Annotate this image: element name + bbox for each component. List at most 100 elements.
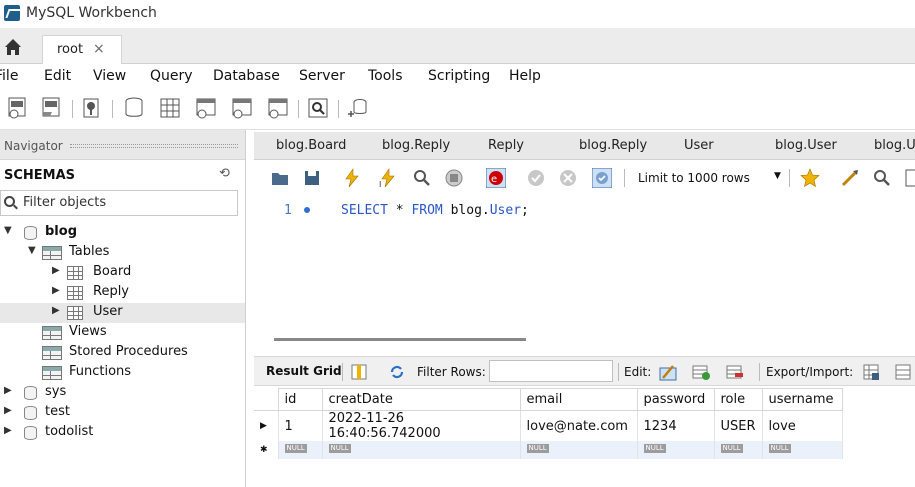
menu-file[interactable]: File xyxy=(0,68,18,84)
tab-blog-reply-2[interactable]: blog.Reply xyxy=(579,138,647,153)
invisible-chars-icon[interactable] xyxy=(904,168,915,188)
collapsed-arrow-icon[interactable]: ▶ xyxy=(4,385,12,396)
import-icon[interactable] xyxy=(894,363,912,381)
insert-row-icon[interactable] xyxy=(692,363,710,381)
table-cell[interactable]: NULL xyxy=(762,441,843,459)
tree-views-folder[interactable]: Views xyxy=(0,323,245,343)
column-header-id[interactable]: id xyxy=(277,388,323,411)
create-table-icon[interactable] xyxy=(158,96,182,120)
menu-edit[interactable]: Edit xyxy=(44,68,71,84)
inspector-icon[interactable] xyxy=(80,96,104,120)
limit-rows-select[interactable]: Limit to 1000 rows ▼ xyxy=(630,168,790,190)
tree-schema-todolist[interactable]: ▶ todolist xyxy=(0,423,245,443)
add-snippet-icon[interactable] xyxy=(800,168,820,188)
edit-row-icon[interactable] xyxy=(659,363,677,381)
tree-functions-folder[interactable]: Functions xyxy=(0,363,245,383)
table-cell[interactable]: USER xyxy=(714,410,763,441)
open-sql-script-icon[interactable] xyxy=(40,96,64,120)
column-header-creatdate[interactable]: creatDate xyxy=(321,388,521,411)
menu-scripting[interactable]: Scripting xyxy=(428,68,490,84)
create-view-icon[interactable] xyxy=(194,96,218,120)
table-cell[interactable]: love xyxy=(762,410,843,441)
collapsed-arrow-icon[interactable]: ▶ xyxy=(52,285,60,296)
connection-tab-root[interactable]: root × xyxy=(42,35,122,65)
execute-icon[interactable] xyxy=(342,168,362,188)
menu-tools[interactable]: Tools xyxy=(368,68,403,84)
tree-tables-folder[interactable]: ▼ Tables xyxy=(0,243,245,263)
search-table-data-icon[interactable] xyxy=(306,96,330,120)
tree-schema-test[interactable]: ▶ test xyxy=(0,403,245,423)
commit-icon[interactable] xyxy=(526,168,546,188)
close-icon[interactable]: × xyxy=(93,41,105,57)
tab-user[interactable]: User xyxy=(684,138,714,153)
tab-blog-u[interactable]: blog.U xyxy=(874,138,915,153)
table-cell[interactable]: 2022-11-26 16:40:56.742000 xyxy=(322,410,521,441)
column-header-password[interactable]: password xyxy=(636,388,715,411)
new-row[interactable]: ✱ NULL NULL NULL NULL NULL NULL xyxy=(254,441,843,459)
refresh-icon[interactable]: ⟲ xyxy=(219,166,230,181)
tab-reply[interactable]: Reply xyxy=(488,138,524,153)
tree-table-reply[interactable]: ▶ Reply xyxy=(0,283,245,303)
table-cell[interactable]: NULL xyxy=(714,441,763,459)
tree-schema-sys[interactable]: ▶ sys xyxy=(0,383,245,403)
home-icon[interactable] xyxy=(4,38,22,56)
sql-statement[interactable]: SELECT * FROM blog.User; xyxy=(341,203,529,218)
filter-rows-input[interactable] xyxy=(489,360,613,382)
table-cell[interactable]: NULL xyxy=(637,441,715,459)
stop-icon[interactable] xyxy=(444,168,464,188)
collapsed-arrow-icon[interactable]: ▶ xyxy=(4,405,12,416)
beautify-icon[interactable] xyxy=(840,168,860,188)
open-folder-icon[interactable] xyxy=(270,168,290,188)
explain-icon[interactable] xyxy=(412,168,432,188)
table-cell[interactable]: love@nate.com xyxy=(520,410,638,441)
table-cell[interactable]: NULL xyxy=(322,441,521,459)
delete-row-icon[interactable] xyxy=(726,363,744,381)
expanded-arrow-icon[interactable]: ▼ xyxy=(4,225,12,236)
autocommit-icon[interactable] xyxy=(592,168,612,188)
filter-objects-input[interactable] xyxy=(23,195,233,210)
export-icon[interactable] xyxy=(862,363,880,381)
navigator-grip[interactable] xyxy=(70,144,238,148)
create-schema-icon[interactable] xyxy=(122,96,146,120)
menu-view[interactable]: View xyxy=(93,68,126,84)
find-icon[interactable] xyxy=(872,168,892,188)
menu-help[interactable]: Help xyxy=(509,68,541,84)
tree-schema-blog[interactable]: ▼ blog xyxy=(0,223,245,243)
table-cell[interactable]: NULL xyxy=(520,441,638,459)
refresh-icon[interactable] xyxy=(388,363,406,381)
execute-current-icon[interactable]: I xyxy=(378,168,398,188)
table-cell[interactable]: 1 xyxy=(278,410,323,441)
reconnect-icon[interactable] xyxy=(346,96,370,120)
rollback-icon[interactable] xyxy=(558,168,578,188)
grid-layout-icon[interactable] xyxy=(350,363,368,381)
menu-server[interactable]: Server xyxy=(299,68,345,84)
menu-database[interactable]: Database xyxy=(213,68,280,84)
tab-blog-user[interactable]: blog.User xyxy=(775,138,837,153)
create-function-icon[interactable] xyxy=(266,96,290,120)
new-sql-tab-icon[interactable] xyxy=(6,96,30,120)
result-grid-tab[interactable]: Result Grid xyxy=(266,364,342,378)
filter-objects-box[interactable] xyxy=(0,190,238,216)
tree-table-board[interactable]: ▶ Board xyxy=(0,263,245,283)
table-cell[interactable]: NULL xyxy=(278,441,323,459)
column-header-role[interactable]: role xyxy=(713,388,763,411)
column-header-username[interactable]: username xyxy=(761,388,843,411)
menu-query[interactable]: Query xyxy=(150,68,193,84)
collapsed-arrow-icon[interactable]: ▶ xyxy=(52,305,60,316)
tree-procedures-folder[interactable]: Stored Procedures xyxy=(0,343,245,363)
sql-editor[interactable]: 1 SELECT * FROM blog.User; xyxy=(254,196,915,341)
collapsed-arrow-icon[interactable]: ▶ xyxy=(52,265,60,276)
expanded-arrow-icon[interactable]: ▼ xyxy=(28,245,36,256)
table-cell[interactable]: 1234 xyxy=(637,410,715,441)
table-row[interactable]: ▶ 1 2022-11-26 16:40:56.742000 love@nate… xyxy=(254,410,843,441)
collapsed-arrow-icon[interactable]: ▶ xyxy=(4,425,12,436)
result-grid[interactable]: id creatDate email password role usernam… xyxy=(254,388,864,459)
tree-table-user[interactable]: ▶ User xyxy=(0,303,245,323)
tab-blog-reply[interactable]: blog.Reply xyxy=(382,138,450,153)
toggle-stop-on-error-icon[interactable]: e xyxy=(486,168,506,188)
column-header-email[interactable]: email xyxy=(519,388,638,411)
editor-horizontal-scrollbar[interactable] xyxy=(274,338,526,341)
create-procedure-icon[interactable] xyxy=(230,96,254,120)
tab-blog-board[interactable]: blog.Board xyxy=(276,138,346,153)
save-icon[interactable] xyxy=(302,168,322,188)
